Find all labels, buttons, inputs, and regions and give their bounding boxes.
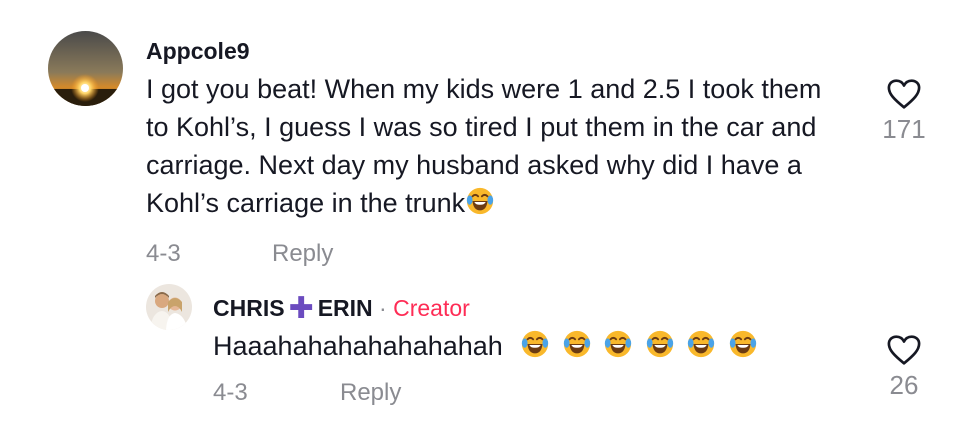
laughing-emoji-icon xyxy=(603,329,633,359)
reply-text: Haaahahahahahahahah xyxy=(213,327,853,365)
reply-text-content: Haaahahahahahahahah xyxy=(213,331,503,361)
laughing-emoji-icon xyxy=(645,329,675,359)
laughing-emoji-icon xyxy=(562,329,592,359)
reply-username[interactable]: CHRIS ✚ ERIN · Creator xyxy=(213,291,470,326)
comment-reply-button[interactable]: Reply xyxy=(272,240,333,268)
avatar[interactable] xyxy=(48,31,123,106)
sunset-avatar-image xyxy=(48,31,123,106)
comment-like-container: 171 xyxy=(874,78,934,145)
reply-username-part2: ERIN xyxy=(317,295,373,321)
creator-badge: Creator xyxy=(393,295,470,321)
comment-text: I got you beat! When my kids were 1 and … xyxy=(146,70,846,222)
reply-emoji-row xyxy=(518,331,760,361)
laughing-emoji-icon xyxy=(686,329,716,359)
reply-like-count: 26 xyxy=(889,370,919,400)
heart-icon[interactable] xyxy=(886,334,922,366)
comment-like-count: 171 xyxy=(882,114,926,144)
laughing-emoji-icon xyxy=(465,186,495,216)
reply-username-part1: CHRIS xyxy=(213,295,285,321)
couple-avatar-image xyxy=(146,284,192,330)
comment-username[interactable]: Appcole9 xyxy=(146,38,250,65)
laughing-emoji-icon xyxy=(520,329,550,359)
plus-icon: ✚ xyxy=(288,292,314,325)
laughing-emoji-icon xyxy=(728,329,758,359)
reply-date: 4-3 xyxy=(213,379,248,406)
reply-avatar[interactable] xyxy=(146,284,192,330)
reply-reply-button[interactable]: Reply xyxy=(340,379,401,407)
comment-date: 4-3 xyxy=(146,240,181,267)
heart-icon[interactable] xyxy=(886,78,922,110)
separator-dot: · xyxy=(379,295,387,321)
reply-like-container: 26 xyxy=(874,334,934,401)
